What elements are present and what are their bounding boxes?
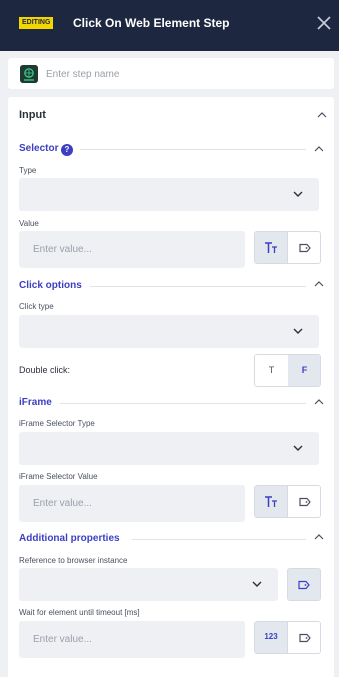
text-type-icon <box>265 495 277 507</box>
number-mode-button[interactable]: 123 <box>255 622 288 653</box>
step-type-icon <box>20 65 38 83</box>
chevron-up-icon[interactable] <box>317 112 327 118</box>
section-divider <box>90 286 306 287</box>
tag-variable-icon <box>298 580 310 589</box>
selector-type-select[interactable] <box>19 178 319 211</box>
value-mode-toggle <box>254 231 321 264</box>
close-icon[interactable] <box>317 16 331 30</box>
iframe-section-title: iFrame <box>19 397 52 408</box>
selector-type-label: Type <box>19 166 37 175</box>
click-options-section-title: Click options <box>19 280 82 291</box>
section-divider <box>60 403 306 404</box>
double-click-true-button[interactable]: T <box>255 355 288 386</box>
chevron-down-icon <box>252 581 262 587</box>
double-click-label: Double click: <box>19 365 71 375</box>
browser-instance-label: Reference to browser instance <box>19 556 128 565</box>
section-divider <box>132 539 306 540</box>
help-icon[interactable]: ? <box>61 144 73 156</box>
timeout-label: Wait for element until timeout [ms] <box>19 608 140 617</box>
iframe-value-label: iFrame Selector Value <box>19 472 98 481</box>
iframe-type-select[interactable] <box>19 432 319 465</box>
editing-badge: EDITING <box>19 17 54 29</box>
double-click-false-button[interactable]: F <box>288 355 320 386</box>
chevron-down-icon <box>293 445 303 451</box>
chevron-down-icon <box>293 191 303 197</box>
chevron-up-icon[interactable] <box>314 534 324 540</box>
click-type-select[interactable] <box>19 315 319 348</box>
timeout-mode-toggle: 123 <box>254 621 321 654</box>
properties-panel: Input Selector ? Type Value Click optio <box>8 97 334 677</box>
text-mode-button[interactable] <box>255 486 288 517</box>
variable-mode-button[interactable] <box>288 232 320 263</box>
iframe-value-input[interactable] <box>19 485 245 522</box>
variable-mode-button[interactable] <box>288 486 320 517</box>
chevron-up-icon[interactable] <box>314 281 324 287</box>
input-section-title: Input <box>19 109 46 121</box>
tag-variable-icon <box>298 633 311 642</box>
tag-variable-icon <box>298 497 311 506</box>
browser-variable-button[interactable] <box>287 568 321 601</box>
chevron-down-icon <box>293 328 303 334</box>
text-type-icon <box>265 241 277 253</box>
variable-mode-button[interactable] <box>288 622 320 653</box>
step-name-card <box>8 58 334 89</box>
click-type-label: Click type <box>19 302 54 311</box>
selector-value-label: Value <box>19 219 39 228</box>
additional-properties-section-title: Additional properties <box>19 533 120 544</box>
selector-section-title: Selector <box>19 143 59 154</box>
section-divider <box>80 149 306 150</box>
text-mode-button[interactable] <box>255 232 288 263</box>
timeout-input[interactable] <box>19 621 245 658</box>
selector-value-input[interactable] <box>19 231 245 268</box>
step-name-input[interactable] <box>46 64 326 84</box>
chevron-up-icon[interactable] <box>314 146 324 152</box>
tag-variable-icon <box>298 243 311 252</box>
number-type-icon: 123 <box>264 632 278 641</box>
double-click-toggle: T F <box>254 354 321 387</box>
editor-header: EDITING Click On Web Element Step <box>0 0 339 51</box>
iframe-value-mode-toggle <box>254 485 321 518</box>
chevron-up-icon[interactable] <box>314 399 324 405</box>
step-title: Click On Web Element Step <box>73 16 230 30</box>
iframe-type-label: iFrame Selector Type <box>19 419 95 428</box>
browser-instance-select[interactable] <box>19 568 278 601</box>
